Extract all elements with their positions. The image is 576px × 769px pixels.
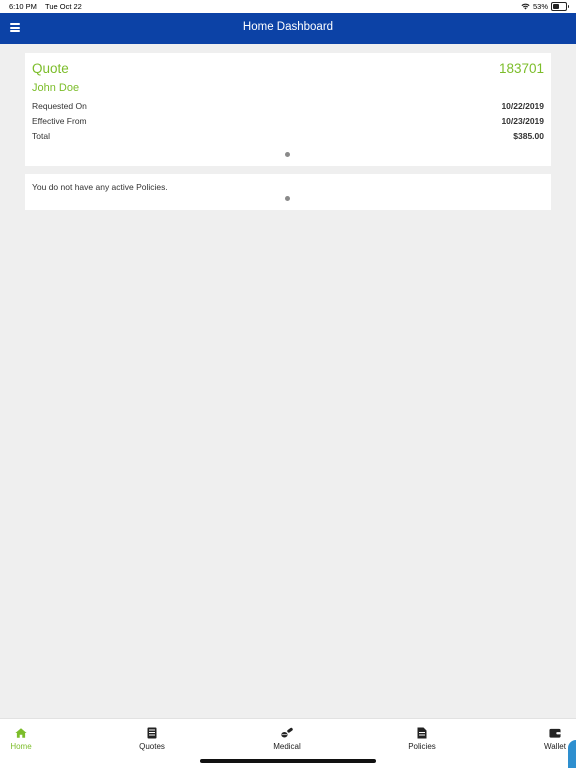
nav-bar: Home Dashboard — [0, 13, 576, 44]
status-indicators: 53% — [521, 2, 569, 11]
tab-medical-label: Medical — [273, 742, 301, 751]
total-value: $385.00 — [513, 131, 544, 141]
customer-name: John Doe — [32, 82, 80, 94]
wifi-icon — [521, 3, 530, 10]
quote-number: 183701 — [498, 61, 544, 76]
total-label: Total — [32, 131, 50, 141]
quote-title: Quote — [32, 61, 69, 76]
tab-home-label: Home — [10, 742, 32, 751]
edge-accent — [568, 740, 576, 768]
effective-from-value: 10/23/2019 — [501, 116, 544, 126]
home-icon — [15, 728, 27, 738]
page-indicator-dot — [285, 196, 290, 201]
requested-on-value: 10/22/2019 — [501, 101, 544, 111]
file-icon — [417, 727, 427, 739]
tab-quotes[interactable]: Quotes — [135, 727, 169, 751]
battery-tip — [567, 5, 569, 8]
battery-percent: 53% — [532, 2, 548, 11]
pills-icon — [281, 727, 293, 738]
tab-quotes-label: Quotes — [139, 742, 165, 751]
requested-on-label: Requested On — [32, 101, 87, 111]
tab-wallet[interactable]: Wallet — [540, 727, 570, 751]
home-indicator — [200, 759, 376, 763]
tab-policies[interactable]: Policies — [404, 727, 440, 751]
tab-medical[interactable]: Medical — [268, 727, 306, 751]
document-icon — [147, 727, 157, 739]
status-bar: 6:10 PM Tue Oct 22 53% — [0, 0, 576, 13]
tab-policies-label: Policies — [408, 742, 436, 751]
quote-card[interactable]: Quote 183701 John Doe Requested On 10/22… — [25, 53, 551, 166]
wallet-icon — [549, 728, 561, 738]
policies-card: You do not have any active Policies. — [25, 174, 551, 210]
no-policies-message: You do not have any active Policies. — [32, 182, 168, 192]
page-indicator-dot — [285, 152, 290, 157]
status-time-date: 6:10 PM Tue Oct 22 — [9, 2, 82, 11]
page-title: Home Dashboard — [242, 21, 334, 33]
tab-home[interactable]: Home — [7, 727, 35, 751]
status-time: 6:10 PM — [9, 2, 37, 11]
battery-icon — [551, 2, 569, 11]
battery-fill — [553, 4, 560, 9]
effective-from-label: Effective From — [32, 116, 87, 126]
tab-wallet-label: Wallet — [544, 742, 566, 751]
status-date: Tue Oct 22 — [45, 2, 82, 11]
